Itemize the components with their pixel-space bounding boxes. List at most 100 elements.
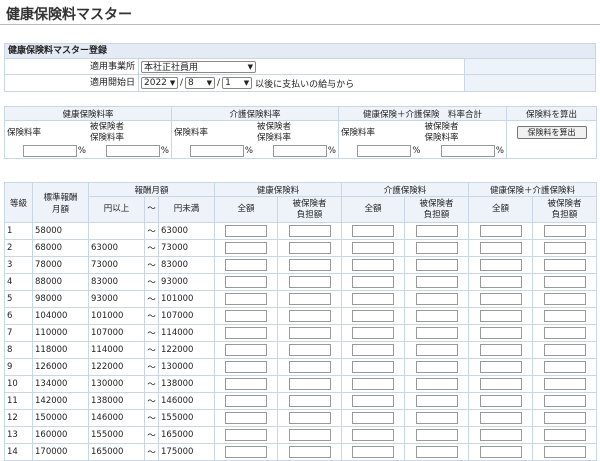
care-total-input[interactable] [352, 361, 395, 373]
combined-total-input[interactable] [479, 276, 522, 288]
combined-insured-input[interactable] [543, 293, 586, 305]
care-insured-input[interactable] [415, 395, 458, 407]
health-total-input[interactable] [225, 242, 267, 254]
health-rate-input[interactable] [22, 145, 77, 157]
combined-total-input[interactable] [479, 310, 522, 322]
care-total-input[interactable] [352, 293, 395, 305]
combined-insured-input[interactable] [543, 327, 586, 339]
care-insured-input[interactable] [415, 225, 458, 237]
health-insured-input[interactable] [288, 276, 331, 288]
year-select[interactable]: 2022 ▼ [141, 77, 178, 89]
combined-insured-input[interactable] [543, 310, 586, 322]
combined-total-input[interactable] [479, 446, 522, 458]
combined-total-input[interactable] [479, 293, 522, 305]
combined-insured-input[interactable] [543, 395, 586, 407]
health-total-input[interactable] [225, 429, 267, 441]
combined-insured-input[interactable] [543, 242, 586, 254]
calculate-premium-button[interactable]: 保険料を算出 [516, 126, 587, 139]
health-total-input[interactable] [225, 259, 267, 271]
month-select[interactable]: 8 ▼ [185, 77, 216, 89]
care-insured-input[interactable] [415, 242, 458, 254]
health-total-input[interactable] [225, 293, 267, 305]
care-total-input[interactable] [352, 344, 395, 356]
care-insured-input[interactable] [415, 276, 458, 288]
health-insured-input[interactable] [288, 259, 331, 271]
care-insured-input[interactable] [415, 259, 458, 271]
health-insured-input[interactable] [288, 293, 331, 305]
care-insured-rate-input[interactable] [272, 145, 327, 157]
health-insured-input[interactable] [288, 361, 331, 373]
care-insured-input[interactable] [415, 429, 458, 441]
care-insured-input[interactable] [415, 344, 458, 356]
health-insured-input[interactable] [288, 310, 331, 322]
care-total-input[interactable] [352, 242, 395, 254]
total-rate-input[interactable] [357, 145, 412, 157]
health-total-input[interactable] [225, 361, 267, 373]
health-total-input[interactable] [225, 446, 267, 458]
care-total-input[interactable] [352, 276, 395, 288]
standard-cell: 98000 [32, 290, 89, 308]
care-total-input[interactable] [352, 259, 395, 271]
total-insured-rate-input[interactable] [440, 145, 495, 157]
combined-total-input[interactable] [479, 395, 522, 407]
health-insured-input[interactable] [288, 225, 331, 237]
care-total-input[interactable] [352, 310, 395, 322]
care-total-input[interactable] [352, 327, 395, 339]
care-insured-input[interactable] [415, 293, 458, 305]
health-total-input[interactable] [225, 276, 267, 288]
health-total-input[interactable] [225, 395, 267, 407]
care-total-input[interactable] [352, 378, 395, 390]
health-total-input[interactable] [225, 225, 267, 237]
care-total-input[interactable] [352, 395, 395, 407]
health-total-input[interactable] [225, 378, 267, 390]
health-insured-input[interactable] [288, 395, 331, 407]
combined-insured-input[interactable] [543, 361, 586, 373]
combined-insured-input[interactable] [543, 429, 586, 441]
combined-total-input[interactable] [479, 327, 522, 339]
combined-total-input[interactable] [479, 259, 522, 271]
care-total-input[interactable] [352, 446, 395, 458]
combined-insured-input[interactable] [543, 344, 586, 356]
combined-total-input[interactable] [479, 242, 522, 254]
health-insured-rate-input[interactable] [105, 145, 160, 157]
date-separator: / [180, 78, 184, 88]
care-insured-input[interactable] [415, 361, 458, 373]
health-total-input[interactable] [225, 327, 267, 339]
care-insured-input[interactable] [415, 327, 458, 339]
calc-header: 保険料を算出 [506, 106, 597, 121]
health-insured-input[interactable] [288, 429, 331, 441]
care-rate-input[interactable] [189, 145, 244, 157]
care-insured-input[interactable] [415, 446, 458, 458]
health-insured-input[interactable] [288, 412, 331, 424]
combined-total-input[interactable] [479, 412, 522, 424]
combined-premium-header: 健康保険＋介護保険料 [468, 182, 598, 197]
care-insured-input[interactable] [415, 378, 458, 390]
health-total-input[interactable] [225, 412, 267, 424]
combined-insured-input[interactable] [543, 259, 586, 271]
health-total-input[interactable] [225, 310, 267, 322]
combined-insured-input[interactable] [543, 378, 586, 390]
day-select[interactable]: 1 ▼ [222, 77, 253, 89]
health-total-input[interactable] [225, 344, 267, 356]
health-insured-input[interactable] [288, 446, 331, 458]
care-total-input[interactable] [352, 412, 395, 424]
care-total-input[interactable] [352, 225, 395, 237]
health-insured-input[interactable] [288, 327, 331, 339]
combined-insured-input[interactable] [543, 276, 586, 288]
combined-insured-input[interactable] [543, 412, 586, 424]
combined-insured-input[interactable] [543, 225, 586, 237]
combined-total-input[interactable] [479, 225, 522, 237]
combined-insured-input[interactable] [543, 446, 586, 458]
combined-total-input[interactable] [479, 378, 522, 390]
combined-total-input[interactable] [479, 429, 522, 441]
health-insured-input[interactable] [288, 378, 331, 390]
office-select[interactable]: 本社正社員用 ▼ [141, 60, 256, 73]
tilde-cell: ～ [144, 341, 159, 359]
care-insured-input[interactable] [415, 412, 458, 424]
combined-total-input[interactable] [479, 344, 522, 356]
health-insured-input[interactable] [288, 242, 331, 254]
care-total-input[interactable] [352, 429, 395, 441]
care-insured-input[interactable] [415, 310, 458, 322]
combined-total-input[interactable] [479, 361, 522, 373]
health-insured-input[interactable] [288, 344, 331, 356]
